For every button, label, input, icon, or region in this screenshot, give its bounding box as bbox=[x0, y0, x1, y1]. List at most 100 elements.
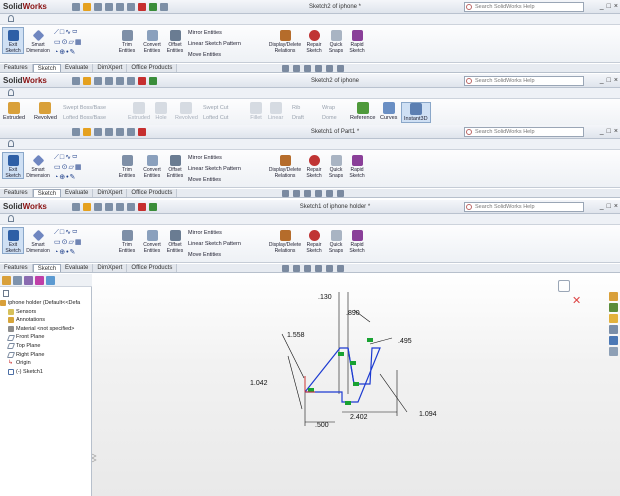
relation-marker[interactable] bbox=[353, 382, 359, 386]
undo-icon[interactable] bbox=[116, 76, 124, 85]
repair-sketch-button[interactable]: Repair Sketch bbox=[304, 27, 324, 54]
zoom-area-icon[interactable] bbox=[293, 65, 300, 72]
print-icon[interactable] bbox=[105, 127, 113, 136]
dimension-label[interactable]: .130 bbox=[318, 294, 332, 301]
exit-sketch-button[interactable]: Exit Sketch bbox=[2, 152, 24, 179]
section-view-icon[interactable] bbox=[315, 190, 322, 197]
maximize-button[interactable]: □ bbox=[607, 77, 611, 84]
new-icon[interactable] bbox=[72, 127, 80, 136]
previous-view-icon[interactable] bbox=[304, 265, 311, 272]
search-input[interactable]: Search SolidWorks Help bbox=[464, 1, 584, 12]
zoom-area-icon[interactable] bbox=[293, 190, 300, 197]
section-view-icon[interactable] bbox=[315, 65, 322, 72]
new-icon[interactable] bbox=[72, 2, 80, 11]
tab-office-products[interactable]: Office Products bbox=[127, 64, 178, 72]
sketch-geometry[interactable] bbox=[304, 347, 381, 403]
dimension-label[interactable]: 1.042 bbox=[250, 380, 268, 387]
rapid-sketch-button[interactable]: Rapid Sketch bbox=[346, 27, 368, 54]
close-button[interactable]: × bbox=[614, 77, 618, 84]
quick-snaps-button[interactable]: Quick Snaps bbox=[326, 152, 346, 179]
tree-item-annotations[interactable]: Annotations bbox=[0, 316, 80, 325]
repair-sketch-button[interactable]: Repair Sketch bbox=[304, 152, 324, 179]
boss-tools[interactable]: Swept Boss/Base Lofted Boss/Base bbox=[63, 103, 106, 123]
previous-view-icon[interactable] bbox=[304, 65, 311, 72]
save-icon[interactable] bbox=[94, 202, 102, 211]
display-style-icon[interactable] bbox=[337, 190, 344, 197]
quick-access-toolbar[interactable] bbox=[72, 202, 157, 211]
quick-access-toolbar[interactable] bbox=[72, 2, 168, 11]
exit-sketch-button[interactable]: Exit Sketch bbox=[2, 227, 24, 254]
select-icon[interactable] bbox=[127, 76, 135, 85]
command-tabs[interactable]: Features Sketch Evaluate DimXpert Office Pro… bbox=[0, 264, 620, 273]
save-icon[interactable] bbox=[94, 127, 102, 136]
convert-entities-button[interactable]: Convert Entities bbox=[140, 227, 164, 254]
reference-geometry-button[interactable]: Reference bbox=[350, 102, 375, 121]
close-button[interactable]: × bbox=[614, 3, 618, 10]
task-pane[interactable] bbox=[608, 290, 620, 370]
rebuild-icon[interactable] bbox=[138, 2, 146, 11]
rapid-sketch-button[interactable]: Rapid Sketch bbox=[346, 227, 368, 254]
maximize-button[interactable]: □ bbox=[607, 128, 611, 135]
command-tabs[interactable]: Features Sketch Evaluate DimXpert Office Pro… bbox=[0, 64, 620, 73]
search-input[interactable]: Search SolidWorks Help bbox=[464, 201, 584, 212]
view-toolbar[interactable] bbox=[282, 190, 344, 197]
convert-entities-button[interactable]: Convert Entities bbox=[140, 27, 164, 54]
close-button[interactable]: × bbox=[614, 203, 618, 210]
file-properties-icon[interactable] bbox=[149, 76, 157, 85]
command-tabs[interactable]: Features Sketch Evaluate DimXpert Office Pro… bbox=[0, 189, 620, 198]
relation-marker[interactable] bbox=[367, 338, 373, 342]
minimize-button[interactable]: _ bbox=[600, 203, 604, 210]
wrap-dome-tools[interactable]: Wrap Dome bbox=[322, 103, 337, 123]
tab-features[interactable]: Features bbox=[0, 189, 33, 197]
rebuild-icon[interactable] bbox=[138, 202, 146, 211]
dimension-label[interactable]: .495 bbox=[398, 338, 412, 345]
extruded-boss-button[interactable]: Extruded bbox=[3, 102, 25, 121]
tab-features[interactable]: Features bbox=[0, 264, 33, 272]
panel-resize-handle[interactable] bbox=[92, 453, 97, 463]
undo-icon[interactable] bbox=[116, 2, 124, 11]
minimize-button[interactable]: _ bbox=[600, 128, 604, 135]
maximize-button[interactable]: □ bbox=[607, 3, 611, 10]
offset-entities-button[interactable]: Offset Entities bbox=[164, 27, 186, 54]
pin-icon[interactable] bbox=[8, 215, 14, 222]
tab-sketch[interactable]: Sketch bbox=[32, 264, 62, 272]
smart-dimension-button[interactable]: Smart Dimension bbox=[25, 152, 51, 179]
new-icon[interactable] bbox=[72, 76, 80, 85]
window-controls[interactable]: _ □ × bbox=[600, 128, 618, 135]
dimension-label[interactable]: .500 bbox=[315, 422, 329, 429]
tab-evaluate[interactable]: Evaluate bbox=[61, 264, 94, 272]
convert-entities-button[interactable]: Convert Entities bbox=[140, 152, 164, 179]
pin-icon[interactable] bbox=[8, 15, 14, 22]
instant3d-button[interactable]: Instant3D bbox=[401, 102, 431, 123]
offset-entities-button[interactable]: Offset Entities bbox=[164, 227, 186, 254]
open-icon[interactable] bbox=[83, 2, 91, 11]
panel-tabs[interactable] bbox=[0, 274, 92, 287]
tree-item-sketch1[interactable]: (-) Sketch1 bbox=[0, 368, 80, 377]
sketch-tools[interactable]: ⟋□∿▭ ▭⊙▱▦ ◔⊕•✎ bbox=[54, 228, 114, 258]
close-button[interactable]: × bbox=[614, 128, 618, 135]
revolved-boss-button[interactable]: Revolved bbox=[34, 102, 57, 121]
tab-evaluate[interactable]: Evaluate bbox=[61, 189, 94, 197]
print-icon[interactable] bbox=[105, 2, 113, 11]
rapid-sketch-button[interactable]: Rapid Sketch bbox=[346, 152, 368, 179]
appearances-icon[interactable] bbox=[609, 336, 618, 345]
tab-dimxpert[interactable]: DimXpert bbox=[93, 264, 128, 272]
view-orientation-icon[interactable] bbox=[326, 190, 333, 197]
trim-entities-button[interactable]: Trim Entities bbox=[116, 152, 138, 179]
tab-features[interactable]: Features bbox=[0, 64, 33, 72]
pin-icon[interactable] bbox=[8, 89, 14, 96]
quick-access-toolbar[interactable] bbox=[72, 127, 146, 136]
tab-sketch[interactable]: Sketch bbox=[32, 189, 62, 197]
new-icon[interactable] bbox=[72, 202, 80, 211]
dimxpert-tab-icon[interactable] bbox=[35, 276, 44, 285]
tree-item-origin[interactable]: ↳ Origin bbox=[0, 359, 80, 368]
rib-draft-tools[interactable]: Rib Draft bbox=[292, 103, 304, 123]
relation-marker[interactable] bbox=[308, 388, 314, 392]
pattern-tools[interactable]: Mirror Entities Linear Sketch Pattern Move… bbox=[188, 28, 241, 61]
display-style-icon[interactable] bbox=[337, 65, 344, 72]
print-icon[interactable] bbox=[105, 202, 113, 211]
smart-dimension-button[interactable]: Smart Dimension bbox=[25, 227, 51, 254]
rebuild-icon[interactable] bbox=[138, 127, 146, 136]
tab-dimxpert[interactable]: DimXpert bbox=[93, 189, 128, 197]
save-icon[interactable] bbox=[94, 2, 102, 11]
